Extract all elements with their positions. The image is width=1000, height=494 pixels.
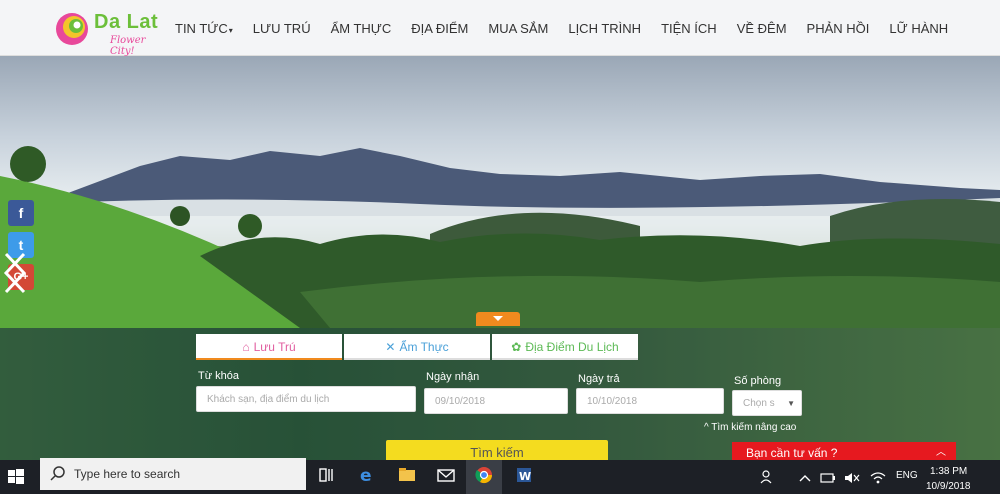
nav-lu-hanh[interactable]: LỮ HÀNH [889, 21, 948, 36]
edge-browser-icon[interactable]: e [357, 465, 377, 485]
nav-luu-tru[interactable]: LƯU TRÚ [253, 21, 311, 36]
taskbar-search-placeholder: Type here to search [74, 467, 181, 481]
file-explorer-icon[interactable] [397, 465, 417, 485]
search-icon [50, 466, 65, 481]
nav-mua-sam[interactable]: MUA SẮM [488, 21, 548, 36]
rooms-select-value: Chọn s [743, 398, 775, 409]
slider-next-arrow-icon[interactable] [0, 250, 30, 296]
checkout-label: Ngày trả [578, 373, 620, 385]
hero-slider: f t G+ [0, 56, 1000, 328]
consult-label: Bạn cần tư vấn ? [746, 446, 838, 460]
svg-text:e: e [360, 466, 372, 485]
keyword-label: Từ khóa [198, 370, 239, 382]
word-icon[interactable]: W [514, 465, 534, 485]
chrome-browser-icon[interactable] [474, 465, 494, 485]
task-view-icon[interactable] [316, 465, 336, 485]
nav-tin-tuc[interactable]: TIN TỨC▾ [175, 21, 233, 36]
nav-phan-hoi[interactable]: PHẢN HỒI [807, 21, 870, 36]
chevron-up-icon[interactable] [798, 471, 812, 485]
nav-am-thuc[interactable]: ẨM THỰC [331, 21, 392, 36]
expand-search-toggle[interactable] [476, 312, 520, 326]
tab-am-thuc[interactable]: ✕ Ẩm Thực [344, 334, 490, 360]
nav-ve-dem[interactable]: VỀ ĐÊM [737, 21, 787, 36]
clock-date[interactable]: 10/9/2018 [926, 481, 971, 492]
nav-lich-trinh[interactable]: LỊCH TRÌNH [568, 21, 641, 36]
people-icon[interactable] [760, 469, 776, 485]
house-icon: ⌂ [242, 340, 250, 354]
logo-subtitle: Flower City! [110, 35, 146, 57]
tab-label: Địa Điểm Du Lịch [525, 340, 619, 354]
hero-landscape-image [0, 146, 1000, 328]
nav-label: TIN TỨC [175, 20, 228, 36]
tab-label: Lưu Trú [253, 340, 296, 354]
language-indicator[interactable]: ENG [896, 470, 918, 481]
tab-luu-tru[interactable]: ⌂ Lưu Trú [196, 334, 342, 360]
nav-dia-diem[interactable]: ĐỊA ĐIỂM [411, 21, 468, 36]
tab-dia-diem-du-lich[interactable]: ✿ Địa Điểm Du Lịch [492, 334, 638, 360]
keyword-input[interactable]: Khách sạn, địa điểm du lịch [196, 386, 416, 412]
mail-icon[interactable] [436, 465, 456, 485]
rooms-select[interactable]: Chọn s ▼ [732, 390, 802, 416]
rooms-label: Số phòng [734, 375, 782, 387]
search-button[interactable]: Tìm kiếm [386, 440, 608, 462]
utensils-icon: ✕ [385, 340, 396, 354]
site-logo[interactable]: Da Lat Flower City! [54, 9, 164, 57]
svg-text:W: W [519, 470, 531, 483]
tab-label: Ẩm Thực [399, 340, 449, 354]
chevron-down-icon: ▾ [228, 25, 233, 35]
battery-icon[interactable] [820, 471, 836, 485]
checkin-label: Ngày nhận [426, 371, 480, 383]
chevron-down-icon [493, 316, 503, 321]
chevron-down-icon: ▼ [787, 399, 795, 408]
advanced-search-label: Tìm kiếm nâng cao [711, 422, 797, 433]
clock-time[interactable]: 1:38 PM [930, 466, 967, 477]
wifi-icon[interactable] [870, 471, 886, 485]
logo-flower-icon [56, 13, 88, 45]
site-header: Da Lat Flower City! TIN TỨC▾ LƯU TRÚ ẨM … [0, 0, 1000, 57]
checkin-date-input[interactable]: 09/10/2018 [424, 388, 568, 414]
main-nav: TIN TỨC▾ LƯU TRÚ ẨM THỰC ĐỊA ĐIỂM MUA SẮ… [165, 0, 958, 56]
tree-icon: ✿ [511, 340, 522, 354]
taskbar-search-box[interactable]: Type here to search [40, 458, 306, 490]
checkout-date-input[interactable]: 10/10/2018 [576, 388, 724, 414]
facebook-icon[interactable]: f [8, 200, 34, 226]
volume-muted-icon[interactable] [844, 471, 860, 485]
windows-start-icon[interactable] [6, 467, 26, 487]
advanced-search-link[interactable]: ^ Tìm kiếm nâng cao [704, 422, 796, 433]
nav-tien-ich[interactable]: TIỆN ÍCH [661, 21, 717, 36]
logo-title: Da Lat [94, 11, 159, 33]
